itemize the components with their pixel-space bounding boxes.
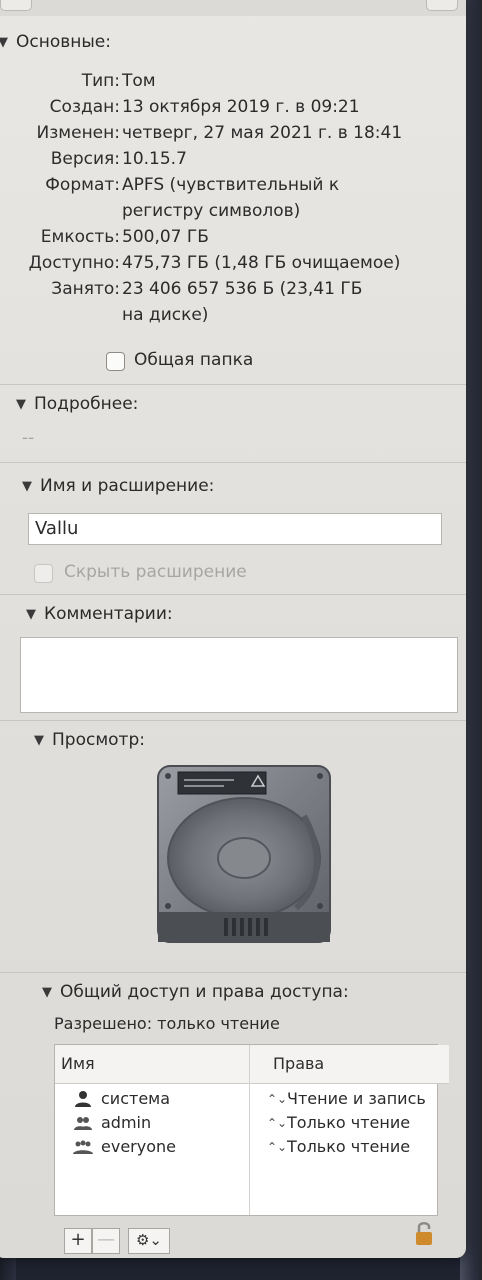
user-icon	[75, 1091, 91, 1107]
row-name: everyone	[101, 1137, 176, 1156]
table-row[interactable]: система ⌃⌄ Чтение и запись	[55, 1087, 437, 1111]
capacity-value: 500,07 ГБ	[122, 227, 209, 247]
capacity-key: Емкость:	[40, 227, 120, 247]
available-value: 475,73 ГБ (1,48 ГБ очищаемое)	[122, 253, 401, 273]
lock-icon[interactable]	[414, 1220, 434, 1246]
disclosure-triangle-icon[interactable]: ▼	[0, 35, 8, 50]
table-row[interactable]: everyone ⌃⌄ Только чтение	[55, 1135, 437, 1159]
hide-extension-checkbox[interactable]	[34, 564, 53, 583]
divider	[0, 594, 466, 595]
column-header-name[interactable]: Имя	[55, 1045, 255, 1084]
divider	[0, 720, 466, 721]
modified-key: Изменен:	[36, 123, 120, 143]
section-sharing-title: Общий доступ и права доступа:	[60, 982, 349, 1002]
table-row[interactable]: admin ⌃⌄ Только чтение	[55, 1111, 437, 1135]
name-field-value: Vallu	[35, 518, 79, 539]
name-field[interactable]: Vallu	[28, 513, 442, 545]
section-more-info-header[interactable]: ▼ Подробнее:	[16, 394, 138, 414]
section-name-ext-header[interactable]: ▼ Имя и расширение:	[22, 476, 214, 496]
action-menu-button[interactable]: ⚙︎⌄	[128, 1228, 170, 1254]
used-value: 23 406 657 536 Б (23,41 ГБ	[122, 279, 363, 299]
section-more-info-title: Подробнее:	[34, 394, 139, 414]
section-general-title: Основные:	[16, 32, 111, 52]
section-preview-title: Просмотр:	[52, 730, 145, 750]
info-window: ▼ Основные: Тип: Том Создан: 13 октября …	[0, 0, 466, 1258]
hide-extension-label: Скрыть расширение	[64, 562, 247, 582]
remove-user-button[interactable]: —	[92, 1228, 120, 1254]
available-key: Доступно:	[28, 253, 120, 273]
divider	[0, 462, 466, 463]
section-comments-header[interactable]: ▼ Комментарии:	[26, 604, 173, 624]
disclosure-triangle-icon[interactable]: ▼	[16, 397, 26, 412]
toolbar-button-left[interactable]	[0, 0, 32, 11]
more-info-value: --	[22, 428, 35, 448]
disclosure-triangle-icon[interactable]: ▼	[26, 607, 36, 622]
section-preview-header[interactable]: ▼ Просмотр:	[34, 730, 145, 750]
shared-folder-label: Общая папка	[134, 350, 254, 370]
group-icon	[74, 1117, 92, 1130]
format-value-line2: регистру символов)	[122, 201, 301, 221]
add-user-button[interactable]: +	[64, 1228, 92, 1254]
version-key: Версия:	[50, 149, 120, 169]
row-permission[interactable]: Только чтение	[287, 1111, 410, 1135]
divider	[0, 384, 466, 385]
disclosure-triangle-icon[interactable]: ▼	[34, 733, 44, 748]
updown-chevron-icon[interactable]: ⌃⌄	[267, 1135, 287, 1159]
row-permission[interactable]: Чтение и запись	[287, 1087, 426, 1111]
version-value: 10.15.7	[122, 149, 187, 169]
section-sharing-header[interactable]: ▼ Общий доступ и права доступа:	[42, 982, 349, 1002]
row-permission[interactable]: Только чтение	[287, 1135, 410, 1159]
format-key: Формат:	[45, 175, 120, 195]
section-general-header[interactable]: ▼ Основные:	[0, 32, 111, 52]
shared-folder-checkbox[interactable]	[106, 352, 125, 371]
toolbar-button-right[interactable]	[426, 0, 458, 11]
row-name: admin	[101, 1113, 152, 1132]
hard-drive-icon	[154, 762, 334, 946]
divider	[0, 972, 466, 973]
format-value: APFS (чувствительный к	[122, 175, 340, 195]
comments-field[interactable]	[20, 637, 458, 713]
updown-chevron-icon[interactable]: ⌃⌄	[267, 1087, 287, 1111]
type-value: Том	[122, 71, 156, 91]
created-value: 13 октября 2019 г. в 09:21	[122, 97, 360, 117]
group-icon	[73, 1140, 93, 1154]
type-key: Тип:	[81, 71, 120, 91]
section-comments-title: Комментарии:	[44, 604, 173, 624]
window-top-strip	[0, 0, 466, 16]
disclosure-triangle-icon[interactable]: ▼	[42, 985, 52, 1000]
section-name-ext-title: Имя и расширение:	[40, 476, 215, 496]
column-header-permissions[interactable]: Права	[255, 1045, 449, 1084]
used-key: Занято:	[51, 279, 120, 299]
disclosure-triangle-icon[interactable]: ▼	[22, 479, 32, 494]
sharing-summary: Разрешено: только чтение	[54, 1014, 280, 1033]
row-name: система	[101, 1089, 171, 1108]
modified-value: четверг, 27 мая 2021 г. в 18:41	[122, 123, 403, 143]
updown-chevron-icon[interactable]: ⌃⌄	[267, 1111, 287, 1135]
permissions-table: Имя Права система ⌃⌄ Чтение и запись admi…	[54, 1044, 449, 1216]
created-key: Создан:	[49, 97, 120, 117]
used-value-line2: на диске)	[122, 305, 209, 325]
